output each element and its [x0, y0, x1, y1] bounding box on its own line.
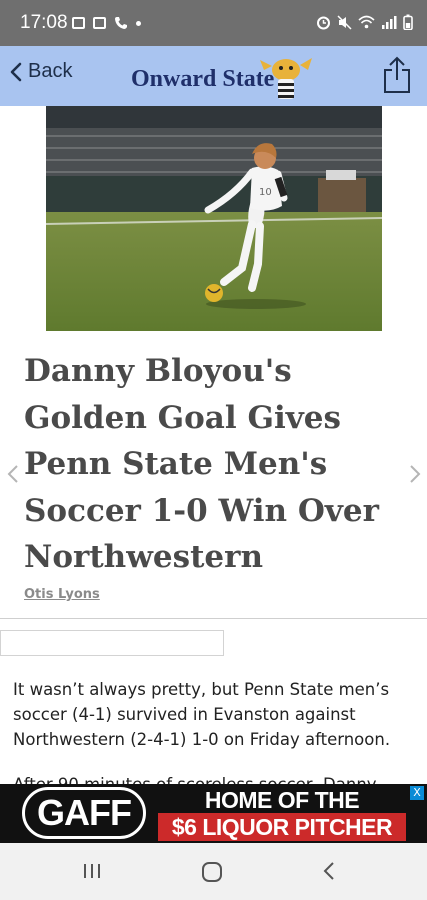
alarm-icon: [317, 16, 330, 29]
ad-brand-logo: GAFF: [22, 787, 146, 839]
hero-photo: 10: [46, 106, 382, 331]
embed-placeholder: [0, 630, 224, 656]
message-icon: [93, 17, 106, 29]
nittany-lion-mascot-icon: [260, 58, 312, 99]
home-icon[interactable]: [201, 861, 223, 883]
site-logo: Onward State: [131, 66, 275, 92]
battery-icon: [403, 14, 413, 30]
mute-icon: [337, 14, 352, 30]
phone-icon: [115, 17, 127, 29]
article-headline: Danny Bloyou's Golden Goal Gives Penn St…: [24, 353, 379, 575]
status-bar: 17:08: [0, 0, 427, 46]
author-link[interactable]: Otis Lyons: [24, 587, 100, 602]
divider: [0, 618, 427, 619]
app-header: Back Onward State: [0, 46, 427, 106]
notification-icons: [72, 16, 141, 30]
back-label: Back: [28, 60, 73, 82]
gallery-icon: [72, 17, 85, 29]
ad-close-button[interactable]: X: [410, 786, 424, 800]
signal-icon: [382, 16, 397, 29]
more-notifications-icon: [136, 20, 141, 26]
jersey-number: 10: [259, 187, 272, 198]
back-button[interactable]: Back: [10, 60, 72, 83]
ad-headline: HOME OF THE: [204, 787, 360, 813]
system-navigation-bar: [0, 843, 427, 900]
wifi-icon: [358, 15, 375, 29]
next-article-arrow-icon[interactable]: [408, 464, 422, 484]
chevron-left-icon: [10, 62, 22, 81]
system-icons: [316, 14, 413, 30]
prev-article-arrow-icon[interactable]: [6, 464, 20, 484]
status-time: 17:08: [20, 12, 68, 33]
share-button[interactable]: [383, 56, 411, 94]
ad-subheadline: $6 LIQUOR PITCHER: [158, 813, 406, 841]
recent-apps-icon[interactable]: [82, 861, 102, 881]
article-paragraph: It wasn’t always pretty, but Penn State …: [13, 680, 391, 749]
soccer-player-photo: 10: [46, 106, 382, 331]
back-nav-icon[interactable]: [322, 861, 336, 881]
ad-banner[interactable]: GAFF HOME OF THE $6 LIQUOR PITCHER X: [0, 784, 427, 843]
